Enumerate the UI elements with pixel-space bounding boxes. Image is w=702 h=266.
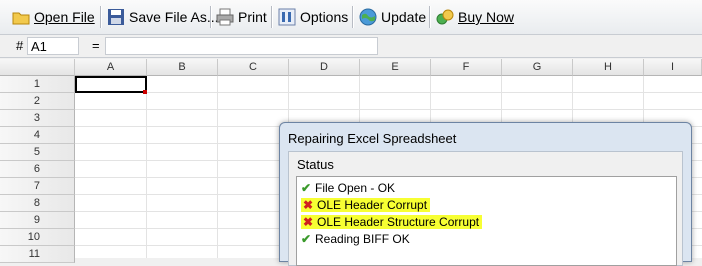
open-file-button[interactable]: Open File [12, 5, 95, 29]
row-header[interactable]: 1 [0, 76, 75, 93]
print-button[interactable]: Print [216, 5, 267, 29]
fill-handle[interactable] [143, 90, 147, 94]
cell-ref-hash: # [16, 38, 24, 53]
toolbar [0, 0, 702, 35]
cell-reference-box[interactable]: A1 [27, 37, 79, 55]
status-item-text: Reading BIFF OK [315, 232, 410, 246]
row-header[interactable]: 6 [0, 161, 75, 178]
row-header[interactable]: 7 [0, 178, 75, 195]
buy-now-label: Buy Now [458, 9, 515, 25]
buy-now-button[interactable]: Buy Now [436, 5, 514, 29]
status-item-text: OLE Header Structure Corrupt [317, 215, 480, 229]
money-icon [436, 8, 454, 26]
status-list[interactable]: ✔ File Open - OK ✖ OLE Header Corrupt ✖ OLE… [296, 176, 677, 266]
column-header[interactable]: A [75, 59, 147, 76]
update-label: Update [381, 9, 427, 25]
row-header[interactable]: 10 [0, 229, 75, 246]
status-group: Status ✔ File Open - OK ✖ OLE Header Corru… [288, 151, 683, 266]
row-header[interactable]: 9 [0, 212, 75, 229]
error-icon: ✖ [303, 215, 314, 229]
print-label: Print [238, 9, 267, 25]
repair-dialog: Repairing Excel Spreadsheet Status ✔ File… [279, 122, 692, 266]
column-header[interactable]: G [502, 59, 573, 76]
status-item: ✖ OLE Header Structure Corrupt [301, 214, 483, 230]
grid-line [75, 109, 702, 110]
row-header[interactable]: 2 [0, 93, 75, 110]
dialog-title: Repairing Excel Spreadsheet [288, 131, 457, 146]
formula-equals: = [92, 38, 100, 53]
toolbar-separator [210, 6, 212, 28]
status-item: ✖ OLE Header Corrupt [301, 197, 431, 213]
toolbar-separator [352, 6, 354, 28]
status-item: ✔ Reading BIFF OK [301, 231, 410, 247]
error-icon: ✖ [303, 198, 314, 212]
column-header[interactable]: D [289, 59, 360, 76]
save-file-as-label: Save File As... [129, 9, 219, 25]
row-header[interactable]: 5 [0, 144, 75, 161]
status-item-text: File Open - OK [315, 181, 396, 195]
status-item-text: OLE Header Corrupt [317, 198, 428, 212]
toolbar-separator [429, 6, 431, 28]
toolbar-separator [100, 6, 102, 28]
floppy-disk-icon [107, 8, 125, 26]
status-group-label: Status [297, 157, 334, 172]
folder-icon [12, 8, 30, 26]
column-header[interactable]: E [360, 59, 431, 76]
row-header[interactable]: 11 [0, 246, 75, 263]
row-header[interactable]: 3 [0, 110, 75, 127]
row-header[interactable]: 4 [0, 127, 75, 144]
options-icon [278, 8, 296, 26]
toolbar-separator [271, 6, 273, 28]
globe-icon [359, 8, 377, 26]
formula-input[interactable] [105, 37, 378, 55]
grid-line [146, 76, 147, 258]
column-header[interactable]: I [644, 59, 702, 76]
grid-line [217, 76, 218, 258]
row-header[interactable]: 8 [0, 195, 75, 212]
printer-icon [216, 8, 234, 26]
save-file-as-button[interactable]: Save File As... [107, 5, 218, 29]
check-icon: ✔ [301, 232, 312, 246]
options-button[interactable]: Options [278, 5, 348, 29]
column-header[interactable]: F [431, 59, 502, 76]
grid-line [75, 92, 702, 93]
status-item: ✔ File Open - OK [301, 180, 395, 196]
options-label: Options [300, 9, 349, 25]
column-header[interactable]: H [573, 59, 644, 76]
update-button[interactable]: Update [359, 5, 426, 29]
column-header[interactable]: C [218, 59, 289, 76]
check-icon: ✔ [301, 181, 312, 195]
selected-cell-a1[interactable] [75, 76, 147, 93]
column-header[interactable]: B [147, 59, 218, 76]
open-file-label: Open File [34, 9, 95, 25]
corner-header[interactable] [0, 59, 75, 76]
